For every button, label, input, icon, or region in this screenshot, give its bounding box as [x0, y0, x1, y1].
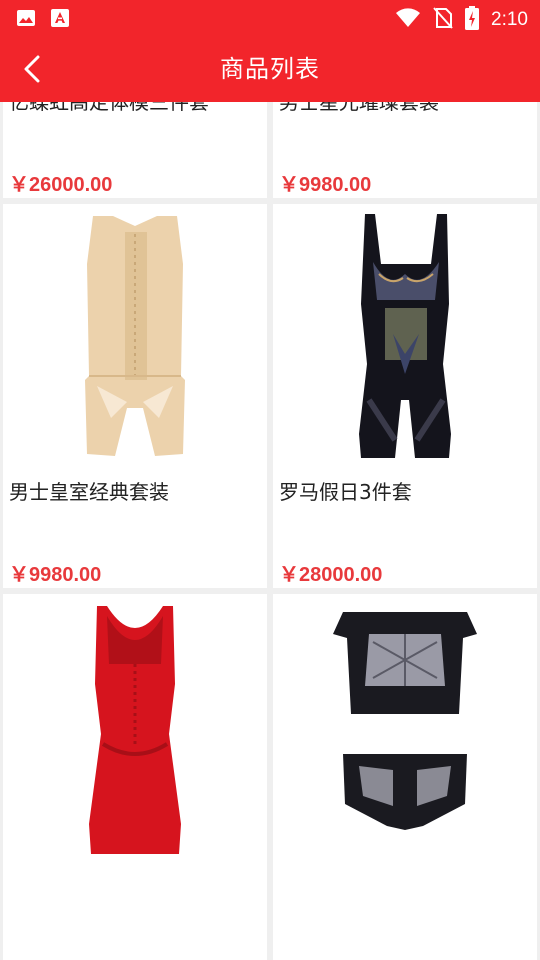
clock-time: 2:10	[491, 9, 528, 30]
product-card[interactable]: 男士皇室经典套装 ￥9980.00	[3, 204, 267, 588]
no-sim-icon	[433, 7, 453, 33]
product-price: ￥9980.00	[279, 174, 372, 196]
product-image	[273, 594, 537, 854]
product-price: ￥28000.00	[279, 564, 383, 586]
status-bar: 2:10	[0, 0, 540, 36]
product-price: ￥9980.00	[9, 564, 102, 586]
product-image	[3, 594, 267, 854]
product-name: 亿蝶虹高定体模三件套	[9, 102, 209, 114]
product-card[interactable]	[273, 594, 537, 960]
wifi-icon	[395, 8, 421, 32]
gallery-notification-icon	[16, 8, 36, 32]
product-price: ￥26000.00	[9, 174, 113, 196]
app-notification-icon	[50, 8, 70, 32]
product-name: 男士星光璀璨套装	[279, 102, 439, 114]
product-card[interactable]: 男士星光璀璨套装 ￥9980.00	[273, 102, 537, 198]
product-card[interactable]: 亿蝶虹高定体模三件套 ￥26000.00	[3, 102, 267, 198]
product-list[interactable]: 亿蝶虹高定体模三件套 ￥26000.00 男士星光璀璨套装 ￥9980.00 男	[0, 102, 540, 960]
app-bar: 商品列表	[0, 36, 540, 102]
product-image	[273, 204, 537, 464]
product-name: 男士皇室经典套装	[9, 480, 169, 504]
product-card[interactable]	[3, 594, 267, 960]
battery-charging-icon	[465, 6, 480, 34]
product-card[interactable]: 罗马假日3件套 ￥28000.00	[273, 204, 537, 588]
product-image	[3, 204, 267, 464]
product-name: 罗马假日3件套	[279, 480, 412, 504]
page-title: 商品列表	[220, 55, 320, 83]
